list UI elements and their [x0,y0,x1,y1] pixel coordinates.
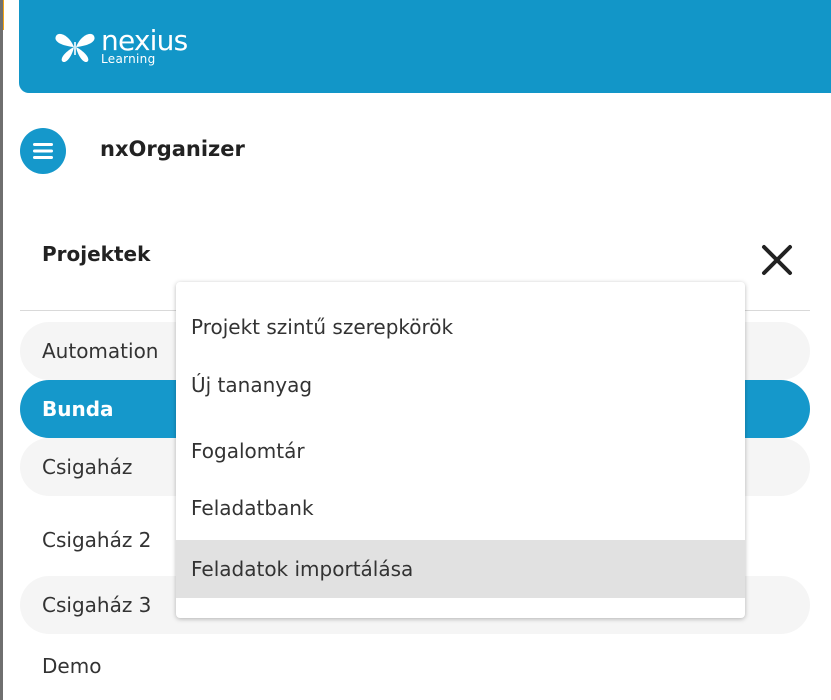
hamburger-menu-icon [33,143,53,159]
menu-item-label: Feladatbank [191,496,314,520]
close-button[interactable] [753,236,801,284]
menu-item-import-tasks[interactable]: Feladatok importálása [176,540,745,598]
project-item-label: Demo [42,654,102,678]
project-item-label: Csigaház 3 [42,593,152,617]
project-item-label: Automation [42,339,159,363]
hamburger-menu-button[interactable] [20,128,66,174]
close-icon [762,245,792,275]
menu-item-task-bank[interactable]: Feladatbank [176,479,745,537]
menu-item-project-roles[interactable]: Projekt szintű szerepkörök [176,298,745,356]
menu-item-label: Feladatok importálása [191,557,414,581]
project-item-label: Bunda [42,397,114,421]
projects-panel-title: Projektek [42,242,151,266]
menu-item-new-course[interactable]: Új tananyag [176,356,745,414]
nexius-logo: nexius Learning [54,27,224,67]
logo-text: nexius Learning [101,24,188,66]
menu-item-label: Projekt szintű szerepkörök [191,315,454,339]
app-title: nxOrganizer [100,137,245,161]
top-header: nexius Learning [19,0,831,93]
menu-item-label: Új tananyag [191,373,313,397]
project-item-label: Csigaház 2 [42,528,152,552]
menu-item-label: Fogalomtár [191,439,305,463]
project-item-demo[interactable]: Demo [20,637,810,695]
page: nexius Learning nxOrganizer Projektek Au… [0,0,831,700]
project-item-label: Csigaház [42,455,133,479]
butterfly-logo-icon [55,33,95,63]
logo-brand-name: nexius [101,24,188,57]
left-border [0,0,3,700]
app-title-row: nxOrganizer [20,123,620,179]
menu-item-glossary[interactable]: Fogalomtár [176,422,745,480]
project-context-menu: Projekt szintű szerepkörök Új tananyag F… [176,282,745,618]
